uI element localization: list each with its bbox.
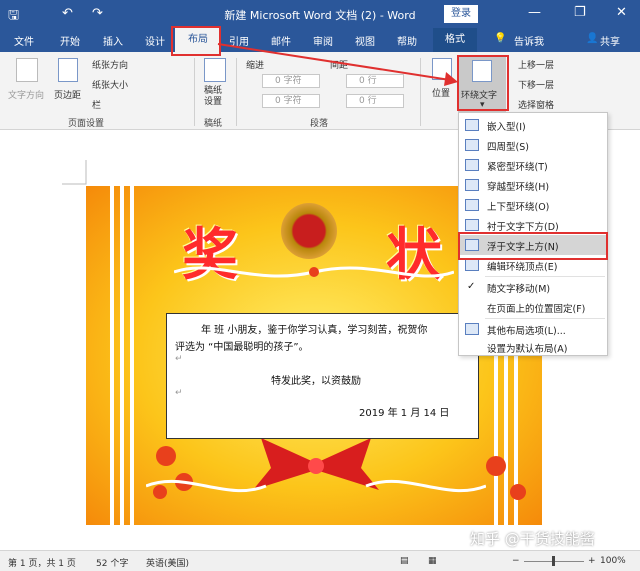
group-page-setup-label: 页面设置 [68, 119, 105, 129]
bring-forward-button[interactable]: 上移一层 [518, 58, 554, 71]
menu-item-inline[interactable]: 嵌入型(I) [459, 115, 607, 135]
title-bar: 🖫 ↶ ↷ 新建 Microsoft Word 文档 (2) - Word 登录… [0, 0, 640, 28]
selection-pane-button[interactable]: 选择窗格 [518, 98, 554, 111]
indent-right-input[interactable]: 0 字符 [262, 94, 320, 108]
share-icon: 👤 [586, 33, 599, 44]
margins-button[interactable]: 页边距 [54, 88, 81, 101]
menu-item-top-bottom[interactable]: 上下型环绕(O) [459, 195, 607, 215]
minimize-button[interactable]: — [528, 5, 541, 20]
stripe [120, 186, 124, 525]
bottom-flourish [146, 480, 486, 492]
text-direction-button[interactable]: 文字方向 [8, 88, 44, 101]
menu-item-more-layout-options[interactable]: 其他布局选项(L)... [459, 319, 607, 339]
spacing-after-input[interactable]: 0 行 [346, 94, 404, 108]
certificate-line-3: 特发此奖，以资鼓励 [271, 376, 361, 387]
zoom-slider-handle[interactable] [552, 556, 555, 566]
behind-text-icon [465, 219, 479, 231]
highlight-wrap-text [457, 55, 509, 111]
edit-wrap-points-icon [465, 259, 479, 271]
lightbulb-icon: 💡 [494, 33, 507, 44]
tab-insert[interactable]: 插入 [103, 33, 123, 48]
tab-home[interactable]: 开始 [60, 33, 80, 48]
size-button[interactable]: 纸张大小 [92, 78, 128, 91]
zoom-in-button[interactable]: + [588, 556, 596, 566]
share-button[interactable]: 共享 [600, 33, 620, 48]
inline-icon [465, 119, 479, 131]
read-mode-icon[interactable]: ▤ [400, 556, 409, 566]
check-icon: ✓ [467, 281, 476, 292]
status-bar: 第 1 页，共 1 页 52 个字 英语(美国) ▤ ▦ − + 100% [0, 550, 640, 571]
emblem-icon [281, 203, 337, 259]
tab-design[interactable]: 设计 [145, 33, 165, 48]
login-button[interactable]: 登录 [444, 5, 478, 23]
certificate-line-1: 年 班 小朋友，鉴于你学习认真，学习刻苦，祝贺你 [201, 325, 428, 336]
window-title: 新建 Microsoft Word 文档 (2) - Word [224, 9, 416, 22]
top-bottom-wrap-icon [465, 199, 479, 211]
tab-tell-me[interactable]: 告诉我 [514, 33, 544, 48]
margins-icon [58, 58, 78, 82]
print-layout-icon[interactable]: ▦ [428, 556, 437, 566]
highlight-in-front-item [458, 232, 608, 260]
annotation-arrow [217, 43, 458, 86]
certificate-textbox[interactable]: 年 班 小朋友，鉴于你学习认真，学习刻苦，祝贺你 评选为 “中国最聪明的孩子”。… [166, 313, 479, 439]
certificate-date: 2019 年 1 月 14 日 [359, 408, 450, 419]
flourish-ornament [174, 266, 454, 278]
zoom-level[interactable]: 100% [600, 556, 626, 566]
menu-item-through[interactable]: 穿越型环绕(H) [459, 175, 607, 195]
paragraph-mark: ↵ [175, 354, 183, 364]
group-manuscript-label: 稿纸 [204, 119, 223, 129]
menu-item-move-with-text[interactable]: ✓ 随文字移动(M) [459, 277, 607, 297]
through-wrap-icon [465, 179, 479, 191]
stripe [110, 186, 114, 525]
zoom-out-button[interactable]: − [512, 556, 520, 566]
close-button[interactable]: ✕ [616, 5, 627, 20]
menu-item-tight[interactable]: 紧密型环绕(T) [459, 155, 607, 175]
restore-button[interactable]: ❐ [574, 5, 586, 20]
group-paragraph-label: 段落 [310, 119, 329, 129]
orientation-button[interactable]: 纸张方向 [92, 58, 128, 71]
send-backward-button[interactable]: 下移一层 [518, 78, 554, 91]
certificate-line-2: 评选为 “中国最聪明的孩子”。 [175, 342, 309, 353]
word-count: 52 个字 [96, 559, 129, 569]
menu-item-square[interactable]: 四周型(S) [459, 135, 607, 155]
menu-item-set-default[interactable]: 设置为默认布局(A) [459, 337, 607, 357]
language[interactable]: 英语(美国) [146, 556, 189, 569]
tight-wrap-icon [465, 159, 479, 171]
square-wrap-icon [465, 139, 479, 151]
watermark: 知乎 @干货技能酱 [470, 530, 595, 548]
tab-file[interactable]: 文件 [14, 33, 34, 48]
stripe [130, 186, 134, 525]
menu-item-fix-position[interactable]: 在页面上的位置固定(F) [459, 297, 607, 317]
columns-button[interactable]: 栏 [92, 98, 101, 111]
page-count: 第 1 页，共 1 页 [8, 559, 76, 569]
paragraph-mark: ↵ [175, 388, 183, 398]
page-corner-mark [62, 160, 87, 185]
text-direction-icon [16, 58, 38, 82]
separator [194, 58, 195, 126]
layout-options-icon [465, 323, 479, 335]
